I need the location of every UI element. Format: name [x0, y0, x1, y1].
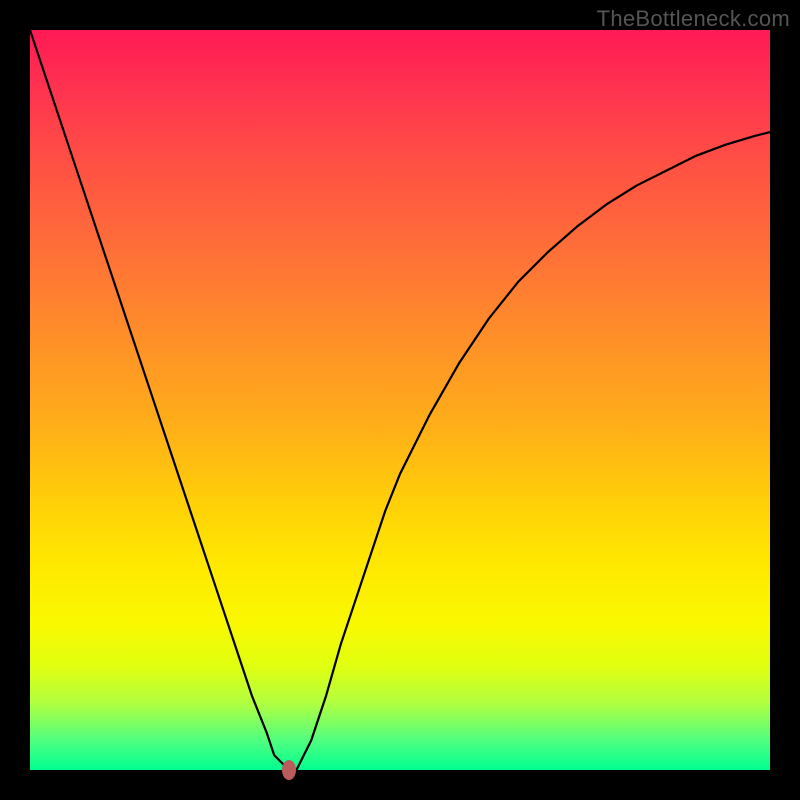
plot-area	[30, 30, 770, 770]
bottleneck-curve	[30, 30, 770, 770]
chart-container: TheBottleneck.com	[0, 0, 800, 800]
curve-path	[30, 30, 770, 770]
watermark-text: TheBottleneck.com	[597, 6, 790, 32]
minimum-marker	[282, 760, 296, 780]
